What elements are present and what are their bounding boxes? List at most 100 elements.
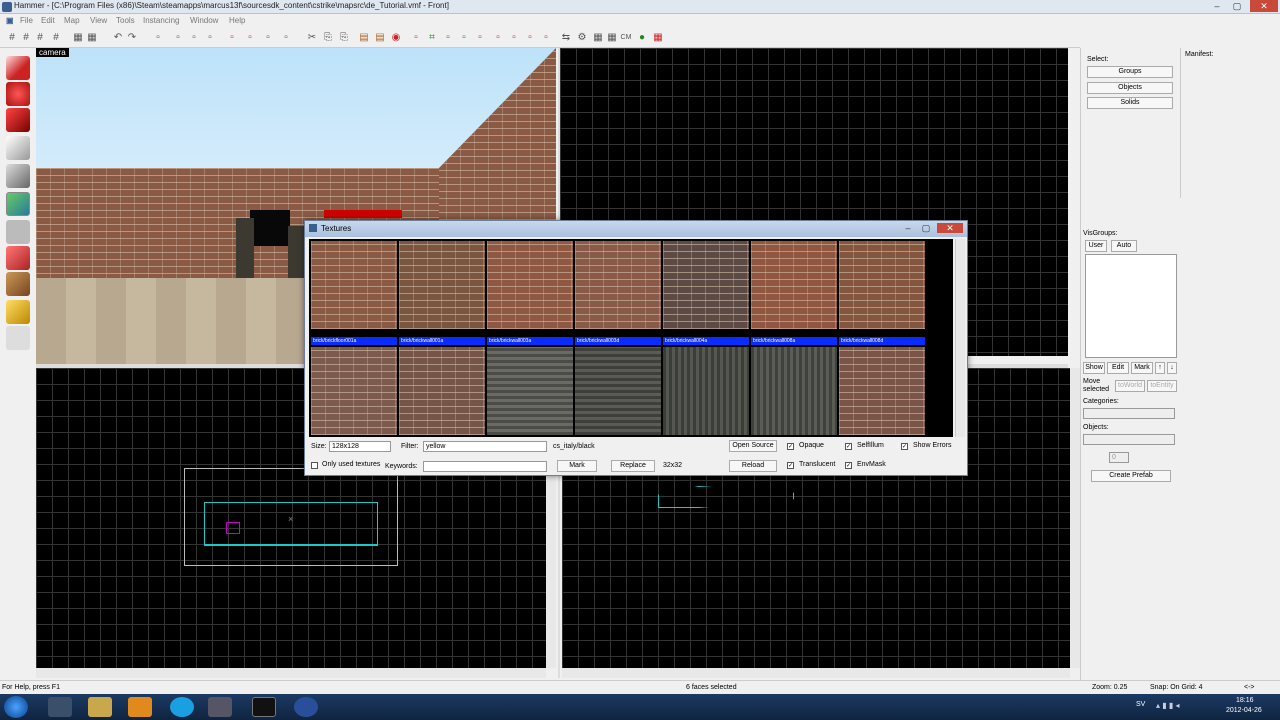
skype-icon[interactable]: [170, 697, 194, 717]
texture-scrollbar[interactable]: [955, 239, 965, 437]
opaque-checkbox[interactable]: ✓: [787, 443, 794, 450]
paste-icon[interactable]: ⎘: [338, 32, 350, 44]
align2-icon[interactable]: ▫: [508, 32, 520, 44]
unhide-icon[interactable]: ▫: [244, 32, 256, 44]
texture-thumbnail[interactable]: [839, 347, 925, 435]
menu-map[interactable]: Map: [64, 16, 80, 25]
texture-thumbnail[interactable]: [575, 241, 661, 329]
undo-icon[interactable]: ↶: [112, 32, 124, 44]
texture-thumbnail[interactable]: [399, 347, 485, 435]
filter-input[interactable]: yellow: [423, 441, 547, 452]
steam-icon[interactable]: [252, 697, 276, 717]
only-used-checkbox[interactable]: [311, 462, 318, 469]
hide-icon[interactable]: ▫: [226, 32, 238, 44]
align-icon[interactable]: ▫: [492, 32, 504, 44]
move-icon[interactable]: ▫: [204, 32, 216, 44]
snap2-icon[interactable]: ▫: [280, 32, 292, 44]
magnify-tool-icon[interactable]: [6, 82, 30, 106]
selfillum-checkbox[interactable]: ✓: [845, 443, 852, 450]
go-icon[interactable]: ●: [636, 32, 648, 44]
apply-decal-icon[interactable]: [6, 220, 30, 244]
entity-icon[interactable]: ▫: [410, 32, 422, 44]
overlay-icon[interactable]: ▫: [458, 32, 470, 44]
texture-grid[interactable]: brick/brickfloor001a brick/brickwall001a…: [309, 239, 953, 437]
close-icon[interactable]: ✕: [1250, 0, 1278, 12]
tie-icon[interactable]: ▫: [188, 32, 200, 44]
mark-button[interactable]: Mark: [557, 460, 597, 472]
translucent-checkbox[interactable]: ✓: [787, 462, 794, 469]
texture-thumbnail[interactable]: [311, 241, 397, 329]
block-tool-icon[interactable]: [6, 164, 30, 188]
replace-button[interactable]: Replace: [611, 460, 655, 472]
texture-thumbnail[interactable]: [751, 347, 837, 435]
menu-instancing[interactable]: Instancing: [143, 16, 179, 25]
open-source-button[interactable]: Open Source: [729, 440, 777, 452]
scrollbar-horizontal[interactable]: [562, 668, 1070, 678]
texture-name[interactable]: brick/brickwall003d: [575, 337, 661, 345]
menu-tools[interactable]: Tools: [116, 16, 135, 25]
tab-auto[interactable]: Auto: [1111, 240, 1137, 252]
texture-name[interactable]: brick/brickwall008d: [839, 337, 925, 345]
game-icon[interactable]: [208, 697, 232, 717]
language-indicator[interactable]: SV: [1136, 701, 1145, 708]
entity-tool-icon[interactable]: [6, 136, 30, 160]
grid-larger-icon[interactable]: #: [34, 32, 46, 44]
ungroup-icon[interactable]: ▦: [86, 32, 98, 44]
texture-thumbnail[interactable]: [575, 347, 661, 435]
clock-date[interactable]: 2012-04-26: [1226, 707, 1262, 714]
solids-button[interactable]: Solids: [1087, 97, 1173, 109]
texture-name[interactable]: brick/brickfloor001a: [311, 337, 397, 345]
hammer-icon[interactable]: [294, 697, 318, 717]
move-down-icon[interactable]: ↓: [1167, 362, 1177, 374]
cm-icon[interactable]: CM: [620, 32, 632, 44]
move-up-icon[interactable]: ↑: [1155, 362, 1165, 374]
ie-icon[interactable]: [48, 697, 72, 717]
tab-user[interactable]: User: [1085, 240, 1107, 252]
texture-thumbnail[interactable]: [663, 241, 749, 329]
select-brushes-icon[interactable]: ⌗: [426, 32, 438, 44]
texture-name[interactable]: brick/brickwall004a: [663, 337, 749, 345]
compile-icon[interactable]: ◉: [390, 32, 402, 44]
selection-tool-icon[interactable]: [6, 56, 30, 80]
carve-icon[interactable]: ▫: [152, 32, 164, 44]
texture-scale-icon[interactable]: ▤: [374, 32, 386, 44]
texture-name[interactable]: brick/brickwall003a: [487, 337, 573, 345]
camera-tool-icon[interactable]: [6, 108, 30, 132]
overlay-tool-icon[interactable]: [6, 326, 30, 350]
grid-smaller-icon[interactable]: #: [20, 32, 32, 44]
texture-browser-icon[interactable]: ▦: [592, 32, 604, 44]
count-stepper[interactable]: 0: [1109, 452, 1129, 463]
texture-name[interactable]: brick/brickwall001a: [399, 337, 485, 345]
clipping-tool-icon[interactable]: [6, 246, 30, 270]
groups-button[interactable]: Groups: [1087, 66, 1173, 78]
maximize-icon[interactable]: ▢: [917, 223, 935, 233]
cut-icon[interactable]: ✂: [306, 32, 318, 44]
texture-thumbnail[interactable]: [663, 347, 749, 435]
objects-button[interactable]: Objects: [1087, 82, 1173, 94]
group-icon[interactable]: ▦: [72, 32, 84, 44]
to-world-button[interactable]: toWorld: [1115, 380, 1145, 392]
minimize-icon[interactable]: –: [899, 223, 917, 233]
texture-lock-icon[interactable]: ▤: [358, 32, 370, 44]
path-tool-icon[interactable]: [6, 300, 30, 324]
scrollbar-vertical[interactable]: [1070, 368, 1080, 668]
minimize-icon[interactable]: –: [1208, 0, 1226, 12]
mark-button[interactable]: Mark: [1131, 362, 1153, 374]
decal-icon[interactable]: ▫: [442, 32, 454, 44]
explorer-icon[interactable]: [88, 697, 112, 717]
start-button-icon[interactable]: [4, 696, 28, 718]
tray-icons[interactable]: ▴ ▮ ▮ ◂: [1156, 701, 1180, 710]
grid-3d-icon[interactable]: #: [50, 32, 62, 44]
flip-icon[interactable]: ▫: [474, 32, 486, 44]
error-check-icon[interactable]: ▦: [652, 32, 664, 44]
envmask-checkbox[interactable]: ✓: [845, 462, 852, 469]
visgroup-list[interactable]: [1085, 254, 1177, 358]
clock-time[interactable]: 18:16: [1236, 697, 1254, 704]
texture-application-icon[interactable]: [6, 192, 30, 216]
texture-thumbnail[interactable]: [311, 347, 397, 435]
objects-select[interactable]: [1083, 434, 1175, 445]
texture-thumbnail[interactable]: [487, 347, 573, 435]
media-player-icon[interactable]: [128, 697, 152, 717]
show-errors-checkbox[interactable]: ✓: [901, 443, 908, 450]
menu-view[interactable]: View: [90, 16, 107, 25]
